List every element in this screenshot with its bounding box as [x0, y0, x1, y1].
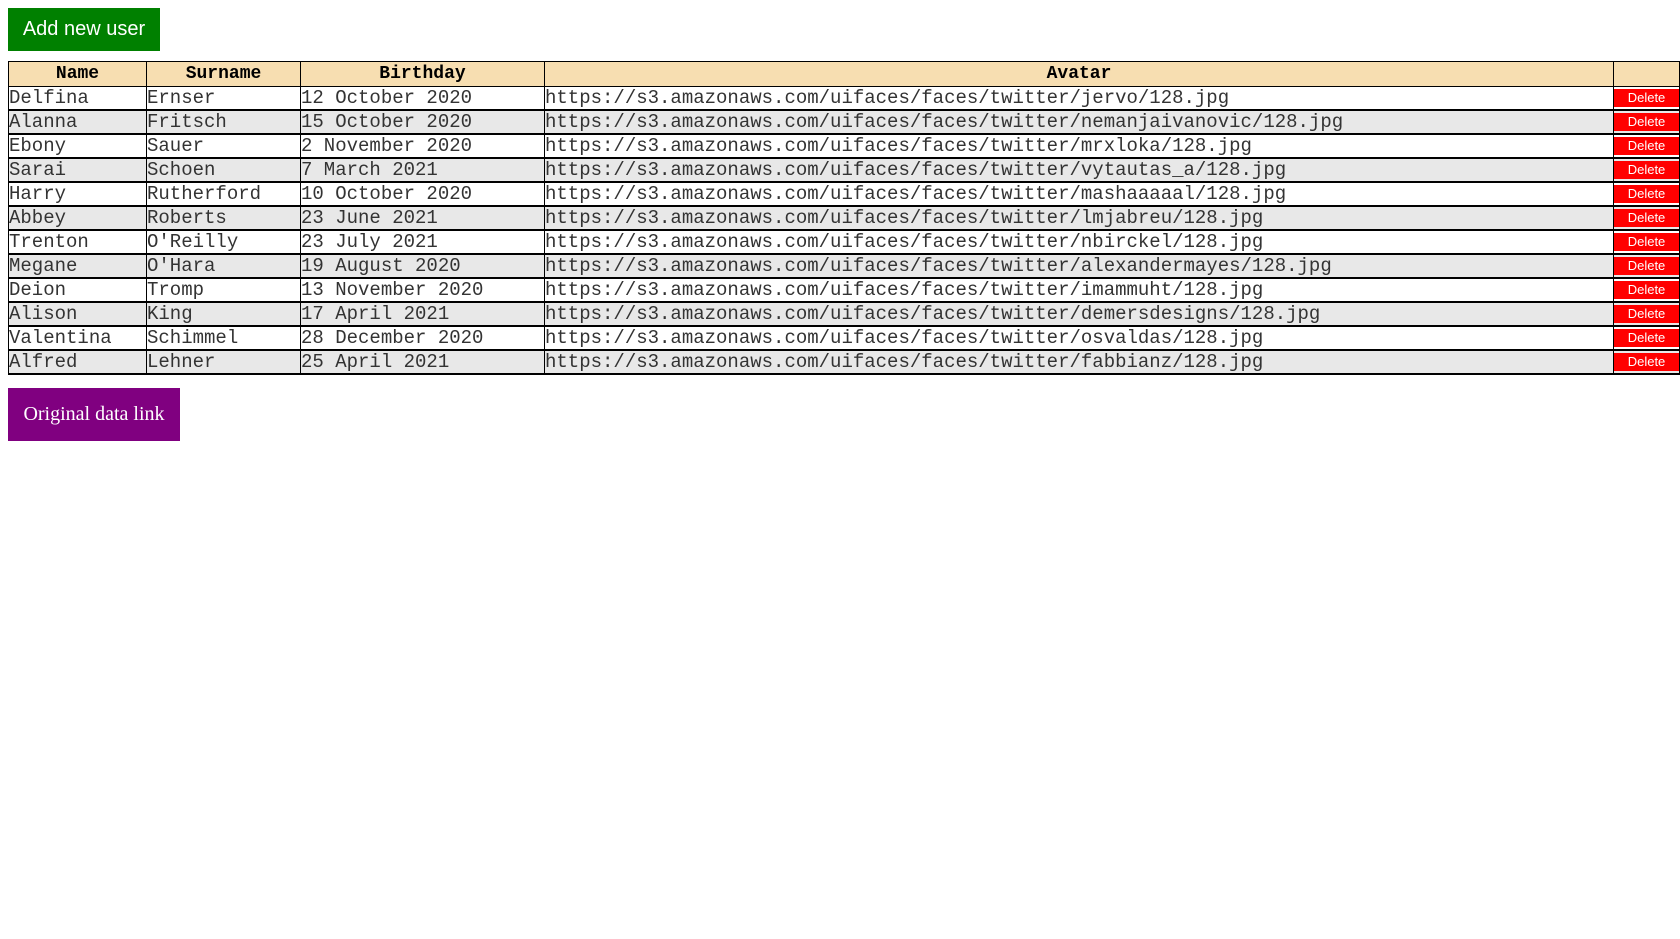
cell-birthday: 19 August 2020 [300, 254, 545, 279]
cell-actions: Delete [1613, 302, 1680, 327]
cell-avatar: https://s3.amazonaws.com/uifaces/faces/t… [544, 182, 1614, 207]
cell-surname: Schoen [146, 158, 301, 183]
cell-birthday: 7 March 2021 [300, 158, 545, 183]
cell-birthday: 15 October 2020 [300, 110, 545, 135]
cell-surname: O'Hara [146, 254, 301, 279]
cell-avatar: https://s3.amazonaws.com/uifaces/faces/t… [544, 350, 1614, 375]
delete-button[interactable]: Delete [1614, 185, 1679, 203]
cell-actions: Delete [1613, 110, 1680, 135]
table-row: Deion Tromp 13 November 2020 https://s3.… [8, 278, 1680, 303]
delete-button[interactable]: Delete [1614, 281, 1679, 299]
table-row: Delfina Ernser 12 October 2020 https://s… [8, 86, 1680, 111]
cell-avatar: https://s3.amazonaws.com/uifaces/faces/t… [544, 302, 1614, 327]
cell-birthday: 2 November 2020 [300, 134, 545, 159]
cell-birthday: 10 October 2020 [300, 182, 545, 207]
cell-name: Sarai [8, 158, 147, 183]
cell-surname: Lehner [146, 350, 301, 375]
delete-button[interactable]: Delete [1614, 161, 1679, 179]
delete-button[interactable]: Delete [1614, 257, 1679, 275]
cell-name: Alfred [8, 350, 147, 375]
cell-birthday: 23 June 2021 [300, 206, 545, 231]
column-header-name: Name [8, 61, 147, 87]
users-table-body: Delfina Ernser 12 October 2020 https://s… [8, 86, 1680, 375]
cell-avatar: https://s3.amazonaws.com/uifaces/faces/t… [544, 158, 1614, 183]
cell-name: Deion [8, 278, 147, 303]
cell-actions: Delete [1613, 254, 1680, 279]
cell-name: Ebony [8, 134, 147, 159]
cell-surname: Fritsch [146, 110, 301, 135]
column-header-avatar: Avatar [544, 61, 1614, 87]
cell-avatar: https://s3.amazonaws.com/uifaces/faces/t… [544, 254, 1614, 279]
cell-surname: O'Reilly [146, 230, 301, 255]
cell-avatar: https://s3.amazonaws.com/uifaces/faces/t… [544, 134, 1614, 159]
cell-surname: King [146, 302, 301, 327]
cell-name: Alison [8, 302, 147, 327]
add-new-user-button[interactable]: Add new user [8, 8, 160, 51]
cell-surname: Tromp [146, 278, 301, 303]
cell-actions: Delete [1613, 230, 1680, 255]
table-row: Abbey Roberts 23 June 2021 https://s3.am… [8, 206, 1680, 231]
cell-avatar: https://s3.amazonaws.com/uifaces/faces/t… [544, 326, 1614, 351]
delete-button[interactable]: Delete [1614, 305, 1679, 323]
cell-avatar: https://s3.amazonaws.com/uifaces/faces/t… [544, 278, 1614, 303]
table-row: Alison King 17 April 2021 https://s3.ama… [8, 302, 1680, 327]
table-row: Alfred Lehner 25 April 2021 https://s3.a… [8, 350, 1680, 375]
cell-avatar: https://s3.amazonaws.com/uifaces/faces/t… [544, 230, 1614, 255]
cell-avatar: https://s3.amazonaws.com/uifaces/faces/t… [544, 86, 1614, 111]
cell-actions: Delete [1613, 206, 1680, 231]
users-table: Name Surname Birthday Avatar Delfina Ern… [8, 61, 1680, 375]
column-header-surname: Surname [146, 61, 301, 87]
cell-surname: Sauer [146, 134, 301, 159]
original-data-link[interactable]: Original data link [8, 388, 180, 441]
cell-birthday: 12 October 2020 [300, 86, 545, 111]
delete-button[interactable]: Delete [1614, 209, 1679, 227]
cell-surname: Schimmel [146, 326, 301, 351]
table-row: Megane O'Hara 19 August 2020 https://s3.… [8, 254, 1680, 279]
cell-surname: Roberts [146, 206, 301, 231]
table-row: Valentina Schimmel 28 December 2020 http… [8, 326, 1680, 351]
column-header-actions [1613, 61, 1680, 87]
cell-name: Valentina [8, 326, 147, 351]
delete-button[interactable]: Delete [1614, 353, 1679, 371]
cell-name: Alanna [8, 110, 147, 135]
cell-name: Trenton [8, 230, 147, 255]
cell-actions: Delete [1613, 182, 1680, 207]
table-row: Harry Rutherford 10 October 2020 https:/… [8, 182, 1680, 207]
table-row: Alanna Fritsch 15 October 2020 https://s… [8, 110, 1680, 135]
delete-button[interactable]: Delete [1614, 329, 1679, 347]
cell-avatar: https://s3.amazonaws.com/uifaces/faces/t… [544, 110, 1614, 135]
table-row: Trenton O'Reilly 23 July 2021 https://s3… [8, 230, 1680, 255]
cell-name: Megane [8, 254, 147, 279]
cell-actions: Delete [1613, 158, 1680, 183]
cell-surname: Rutherford [146, 182, 301, 207]
delete-button[interactable]: Delete [1614, 233, 1679, 251]
cell-birthday: 17 April 2021 [300, 302, 545, 327]
cell-name: Harry [8, 182, 147, 207]
cell-actions: Delete [1613, 350, 1680, 375]
cell-actions: Delete [1613, 86, 1680, 111]
table-row: Sarai Schoen 7 March 2021 https://s3.ama… [8, 158, 1680, 183]
column-header-birthday: Birthday [300, 61, 545, 87]
table-row: Ebony Sauer 2 November 2020 https://s3.a… [8, 134, 1680, 159]
cell-name: Abbey [8, 206, 147, 231]
cell-birthday: 13 November 2020 [300, 278, 545, 303]
cell-avatar: https://s3.amazonaws.com/uifaces/faces/t… [544, 206, 1614, 231]
cell-actions: Delete [1613, 134, 1680, 159]
cell-birthday: 23 July 2021 [300, 230, 545, 255]
cell-birthday: 25 April 2021 [300, 350, 545, 375]
cell-surname: Ernser [146, 86, 301, 111]
cell-birthday: 28 December 2020 [300, 326, 545, 351]
cell-actions: Delete [1613, 326, 1680, 351]
delete-button[interactable]: Delete [1614, 89, 1679, 107]
cell-actions: Delete [1613, 278, 1680, 303]
cell-name: Delfina [8, 86, 147, 111]
delete-button[interactable]: Delete [1614, 137, 1679, 155]
delete-button[interactable]: Delete [1614, 113, 1679, 131]
table-header-row: Name Surname Birthday Avatar [8, 61, 1680, 87]
